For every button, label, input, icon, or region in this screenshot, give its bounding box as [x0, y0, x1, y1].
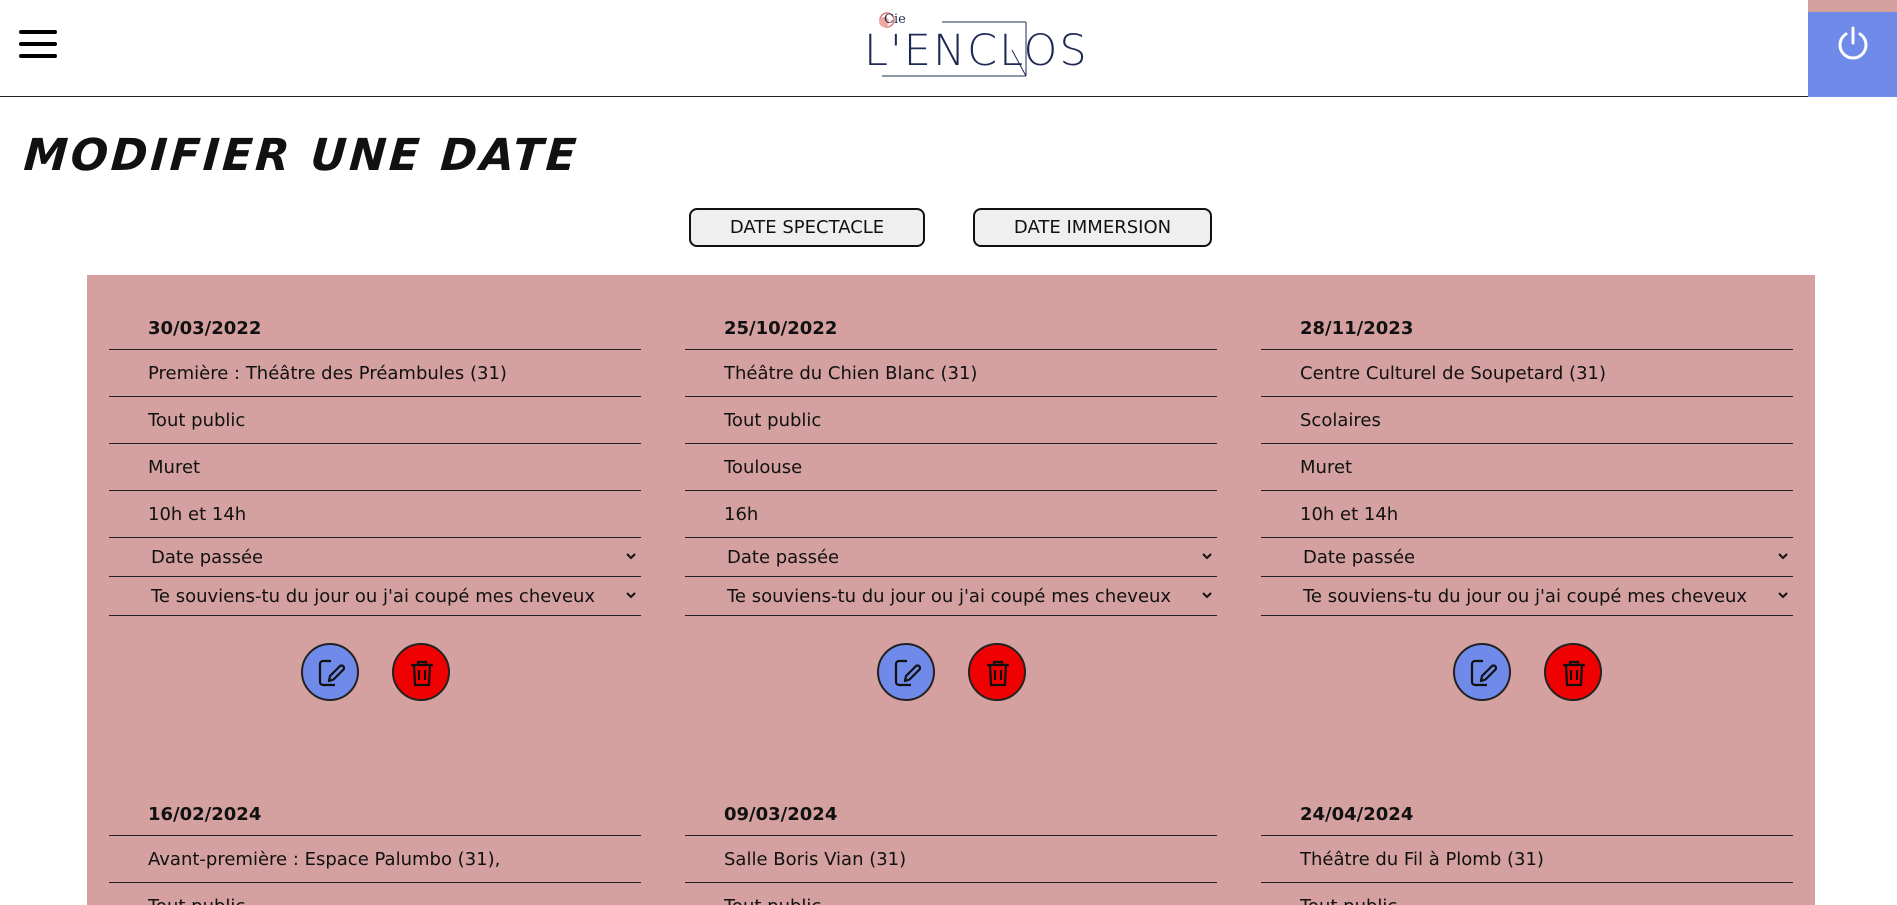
card-city[interactable]: Muret: [109, 444, 641, 491]
card-city[interactable]: Toulouse: [685, 444, 1217, 491]
status-select-value: Date passée: [151, 546, 264, 568]
show-select-value: Te souviens-tu du jour ou j'ai coupé mes…: [1303, 585, 1748, 607]
logo-cie: Cie: [884, 12, 906, 27]
logout-button[interactable]: [1808, 0, 1897, 97]
status-select[interactable]: Date passée: [109, 538, 641, 577]
page-title: MODIFIER UNE DATE: [22, 130, 581, 181]
logo[interactable]: Cie L'ENCLOS: [862, 10, 1087, 82]
status-select-value: Date passée: [727, 546, 840, 568]
card-audience[interactable]: Tout public: [685, 397, 1217, 444]
date-card: 16/02/2024 Avant-première : Espace Palum…: [109, 761, 641, 905]
card-venue[interactable]: Avant-première : Espace Palumbo (31),: [109, 836, 641, 883]
dates-panel: 30/03/2022 Première : Théâtre des Préamb…: [87, 275, 1815, 905]
status-select[interactable]: Date passée: [1261, 538, 1793, 577]
status-select[interactable]: Date passée: [685, 538, 1217, 577]
tab-date-spectacle[interactable]: DATE SPECTACLE: [689, 208, 925, 247]
power-icon: [1838, 26, 1868, 60]
hamburger-menu-icon[interactable]: [19, 30, 57, 58]
show-select-value: Te souviens-tu du jour ou j'ai coupé mes…: [151, 585, 596, 607]
date-card: 30/03/2022 Première : Théâtre des Préamb…: [109, 275, 641, 732]
show-select-value: Te souviens-tu du jour ou j'ai coupé mes…: [727, 585, 1172, 607]
card-time[interactable]: 10h et 14h: [109, 491, 641, 538]
card-venue[interactable]: Première : Théâtre des Préambules (31): [109, 350, 641, 397]
power-strip: [1808, 0, 1897, 12]
edit-document-icon: [894, 659, 922, 687]
card-time[interactable]: 16h: [685, 491, 1217, 538]
trash-icon: [411, 660, 433, 687]
trash-icon: [987, 660, 1009, 687]
date-card: 28/11/2023 Centre Culturel de Soupetard …: [1261, 275, 1793, 732]
card-audience[interactable]: Tout public: [109, 883, 641, 905]
card-actions: [109, 616, 641, 732]
edit-button[interactable]: [301, 643, 359, 701]
card-venue[interactable]: Salle Boris Vian (31): [685, 836, 1217, 883]
top-bar: Cie L'ENCLOS: [0, 0, 1897, 97]
card-date[interactable]: 28/11/2023: [1261, 275, 1793, 350]
edit-document-icon: [318, 659, 346, 687]
chevron-down-icon: [1202, 553, 1212, 560]
card-city[interactable]: Muret: [1261, 444, 1793, 491]
tab-date-immersion[interactable]: DATE IMMERSION: [973, 208, 1212, 247]
card-venue[interactable]: Théâtre du Fil à Plomb (31): [1261, 836, 1793, 883]
edit-button[interactable]: [1453, 643, 1511, 701]
card-actions: [685, 616, 1217, 732]
date-card: 09/03/2024 Salle Boris Vian (31) Tout pu…: [685, 761, 1217, 905]
card-time[interactable]: 10h et 14h: [1261, 491, 1793, 538]
edit-document-icon: [1470, 659, 1498, 687]
delete-button[interactable]: [392, 643, 450, 701]
show-select[interactable]: Te souviens-tu du jour ou j'ai coupé mes…: [685, 577, 1217, 616]
status-select-value: Date passée: [1303, 546, 1416, 568]
logo-name: L'ENCLOS: [864, 26, 1089, 76]
card-date[interactable]: 24/04/2024: [1261, 761, 1793, 836]
card-date[interactable]: 25/10/2022: [685, 275, 1217, 350]
delete-button[interactable]: [1544, 643, 1602, 701]
date-card: 24/04/2024 Théâtre du Fil à Plomb (31) T…: [1261, 761, 1793, 905]
chevron-down-icon: [626, 592, 636, 599]
card-venue[interactable]: Théâtre du Chien Blanc (31): [685, 350, 1217, 397]
card-audience[interactable]: Tout public: [1261, 883, 1793, 905]
show-select[interactable]: Te souviens-tu du jour ou j'ai coupé mes…: [109, 577, 641, 616]
trash-icon: [1563, 660, 1585, 687]
card-date[interactable]: 09/03/2024: [685, 761, 1217, 836]
card-date[interactable]: 30/03/2022: [109, 275, 641, 350]
card-date[interactable]: 16/02/2024: [109, 761, 641, 836]
date-card: 25/10/2022 Théâtre du Chien Blanc (31) T…: [685, 275, 1217, 732]
card-audience[interactable]: Scolaires: [1261, 397, 1793, 444]
edit-button[interactable]: [877, 643, 935, 701]
chevron-down-icon: [1778, 592, 1788, 599]
chevron-down-icon: [1778, 553, 1788, 560]
card-audience[interactable]: Tout public: [685, 883, 1217, 905]
card-venue[interactable]: Centre Culturel de Soupetard (31): [1261, 350, 1793, 397]
show-select[interactable]: Te souviens-tu du jour ou j'ai coupé mes…: [1261, 577, 1793, 616]
card-actions: [1261, 616, 1793, 732]
card-audience[interactable]: Tout public: [109, 397, 641, 444]
chevron-down-icon: [626, 553, 636, 560]
delete-button[interactable]: [968, 643, 1026, 701]
chevron-down-icon: [1202, 592, 1212, 599]
